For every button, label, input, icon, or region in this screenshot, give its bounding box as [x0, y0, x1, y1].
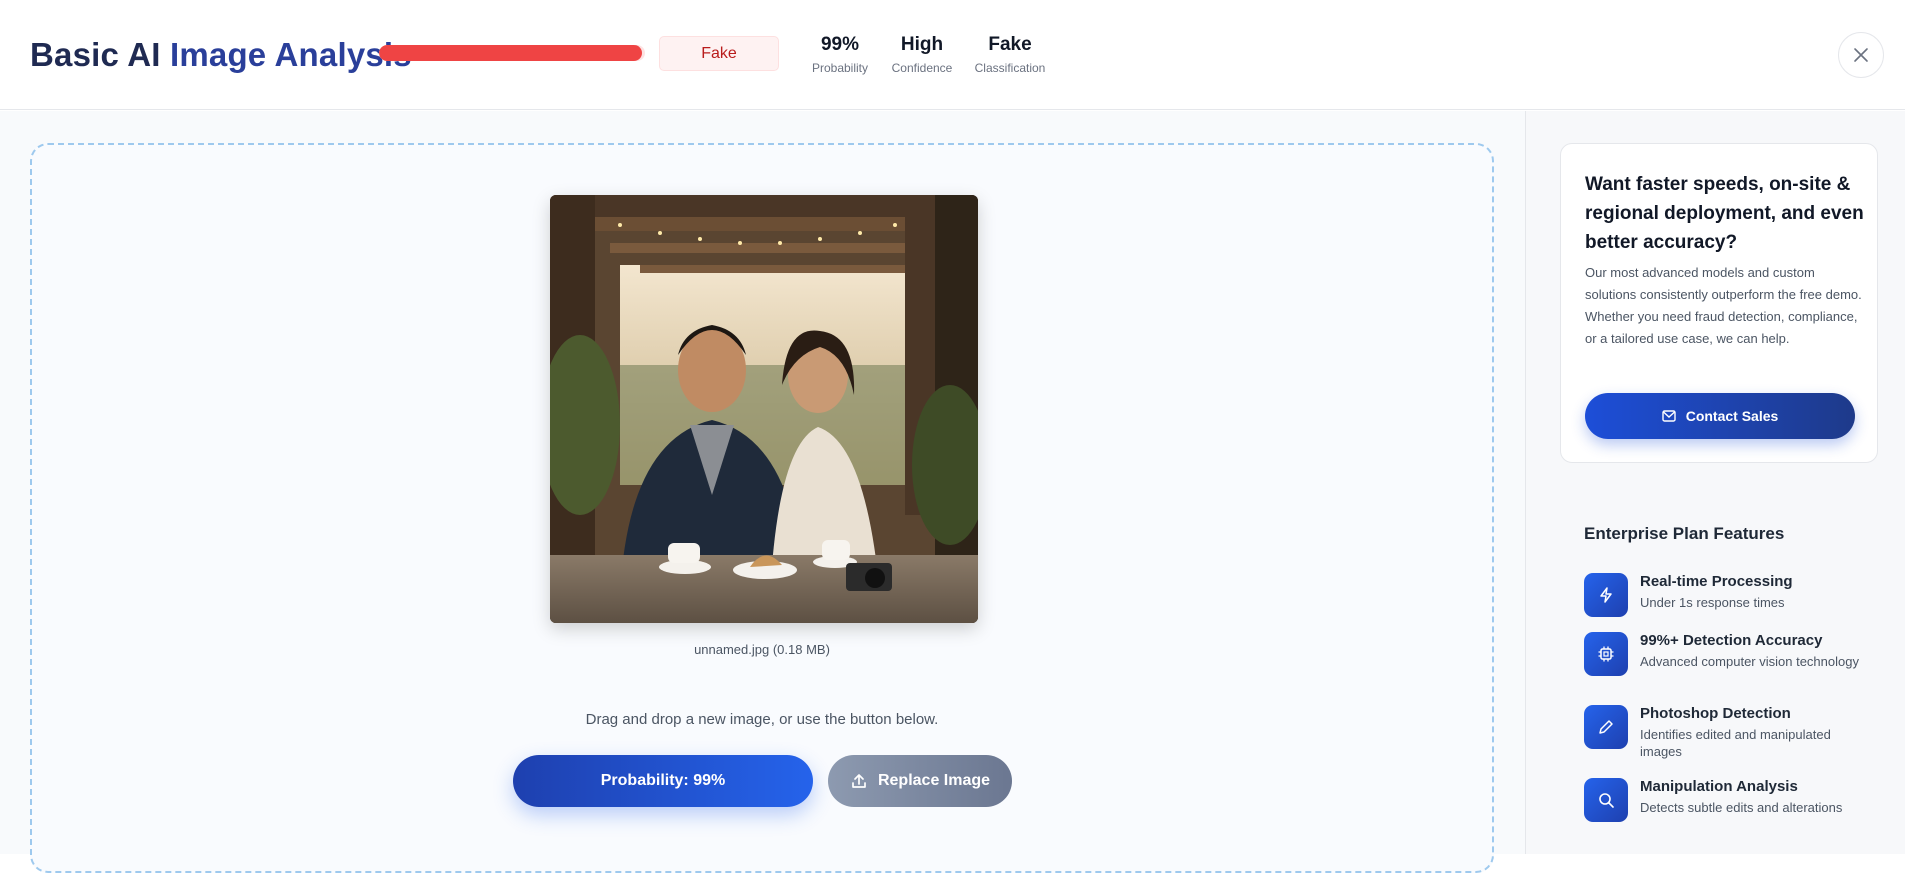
sales-cta-card: Want faster speeds, on-site & regional d… — [1560, 143, 1878, 463]
feature-title: 99%+ Detection Accuracy — [1640, 632, 1823, 649]
stat-label: Confidence — [891, 61, 953, 75]
image-dropzone[interactable]: unnamed.jpg (0.18 MB) Drag and drop a ne… — [30, 143, 1494, 873]
feature-desc: Under 1s response times — [1640, 595, 1785, 610]
cta-body: Our most advanced models and custom solu… — [1585, 265, 1862, 346]
page-title: Basic AI Image Analysis — [30, 36, 412, 74]
header: Basic AI Image Analysis Fake 99% Probabi… — [0, 0, 1905, 110]
stat-classification: Fake Classification — [970, 34, 1050, 75]
features-heading: Enterprise Plan Features — [1584, 524, 1785, 543]
uploaded-photo — [550, 195, 978, 623]
probability-button[interactable]: Probability: 99% — [513, 755, 813, 807]
feature-desc: Advanced computer vision technology — [1640, 654, 1859, 669]
feature-desc: Detects subtle edits and alterations — [1640, 800, 1843, 815]
stat-label: Probability — [811, 61, 869, 75]
page-title-accent: Image Analysis — [169, 36, 412, 73]
feature-desc: Identifies edited and manipulated images — [1640, 727, 1831, 759]
image-preview — [550, 195, 978, 623]
stat-value: High — [900, 34, 944, 55]
stat-probability: 99% Probability — [810, 34, 870, 75]
close-button[interactable] — [1838, 32, 1884, 78]
stat-label: Classification — [974, 61, 1046, 75]
feature-title: Photoshop Detection — [1640, 705, 1791, 722]
probability-bar — [379, 45, 645, 61]
page-title-main: Basic AI — [30, 36, 161, 73]
stat-confidence: High Confidence — [885, 34, 959, 75]
probability-bar-fill — [379, 45, 643, 61]
stat-value: 99% — [820, 34, 860, 55]
main-panel: unnamed.jpg (0.18 MB) Drag and drop a ne… — [0, 111, 1525, 873]
lightning-icon — [1584, 573, 1628, 617]
contact-sales-button[interactable]: Contact Sales — [1585, 393, 1855, 439]
sidebar: Want faster speeds, on-site & regional d… — [1525, 111, 1905, 854]
search-icon — [1584, 778, 1628, 822]
close-icon — [1854, 48, 1868, 62]
upload-icon — [852, 774, 866, 788]
mail-icon — [1662, 410, 1676, 422]
replace-image-button[interactable]: Replace Image — [828, 755, 1012, 807]
verdict-badge: Fake — [659, 36, 779, 71]
file-info: unnamed.jpg (0.18 MB) — [694, 642, 830, 657]
drop-hint: Drag and drop a new image, or use the bu… — [585, 711, 939, 728]
stat-value: Fake — [988, 34, 1032, 55]
feature-title: Real-time Processing — [1640, 573, 1793, 590]
contact-sales-label: Contact Sales — [1685, 408, 1779, 424]
feature-title: Manipulation Analysis — [1640, 778, 1798, 795]
pencil-icon — [1584, 705, 1628, 749]
chip-icon — [1584, 632, 1628, 676]
replace-image-label: Replace Image — [877, 772, 991, 789]
cta-title: Want faster speeds, on-site & regional d… — [1585, 174, 1864, 253]
